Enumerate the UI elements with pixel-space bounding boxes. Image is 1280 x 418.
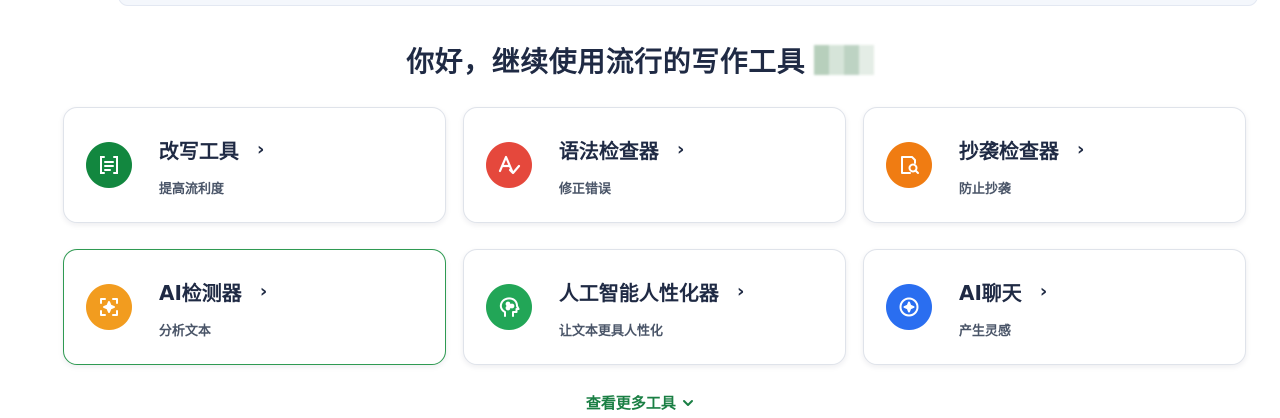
tool-title: AI聊天 xyxy=(959,281,1022,305)
tool-title: 改写工具 xyxy=(159,139,239,163)
tool-card-paraphrase[interactable]: 改写工具 › 提高流利度 xyxy=(63,107,446,223)
chevron-right-icon: › xyxy=(737,281,745,302)
chevron-right-icon: › xyxy=(677,139,685,160)
tool-title: 人工智能人性化器 xyxy=(559,281,719,305)
top-search-strip xyxy=(118,0,1258,6)
tool-subtitle: 产生灵感 xyxy=(959,324,1012,339)
humanizer-head-icon xyxy=(486,284,532,330)
greeting-text: 你好，继续使用流行的写作工具 xyxy=(406,45,806,78)
tool-subtitle: 防止抄袭 xyxy=(959,182,1012,197)
tool-title: AI检测器 xyxy=(159,281,242,305)
ai-chat-sparkle-icon xyxy=(886,284,932,330)
tool-card-ai-detector[interactable]: AI检测器 › 分析文本 xyxy=(63,249,446,365)
tool-subtitle: 提高流利度 xyxy=(159,182,225,197)
tools-grid: 改写工具 › 提高流利度 语法检查器 › 修正错误 抄袭检查器 › 防止抄袭 A… xyxy=(63,107,1246,365)
plagiarism-search-icon xyxy=(886,142,932,188)
paraphrase-icon xyxy=(86,142,132,188)
grammar-check-icon xyxy=(486,142,532,188)
tool-card-plagiarism[interactable]: 抄袭检查器 › 防止抄袭 xyxy=(863,107,1246,223)
chevron-right-icon: › xyxy=(257,139,265,160)
tool-subtitle: 分析文本 xyxy=(159,324,212,339)
tool-card-humanizer[interactable]: 人工智能人性化器 › 让文本更具人性化 xyxy=(463,249,846,365)
chevron-right-icon: › xyxy=(259,281,268,302)
chevron-right-icon: › xyxy=(1077,139,1085,160)
greeting-heading: 你好，继续使用流行的写作工具 xyxy=(0,40,1280,80)
tool-subtitle: 修正错误 xyxy=(559,182,612,197)
chevron-down-icon xyxy=(683,399,693,406)
blurred-username xyxy=(813,45,874,75)
chevron-right-icon: › xyxy=(1039,281,1048,302)
ai-detector-icon xyxy=(86,284,132,330)
tool-card-ai-chat[interactable]: AI聊天 › 产生灵感 xyxy=(863,249,1246,365)
tool-title: 语法检查器 xyxy=(559,139,659,163)
tool-card-grammar[interactable]: 语法检查器 › 修正错误 xyxy=(463,107,846,223)
tool-title: 抄袭检查器 xyxy=(959,139,1059,163)
tool-subtitle: 让文本更具人性化 xyxy=(559,324,664,339)
see-more-tools-link[interactable]: 查看更多工具 xyxy=(0,392,1280,413)
see-more-label: 查看更多工具 xyxy=(585,394,676,412)
